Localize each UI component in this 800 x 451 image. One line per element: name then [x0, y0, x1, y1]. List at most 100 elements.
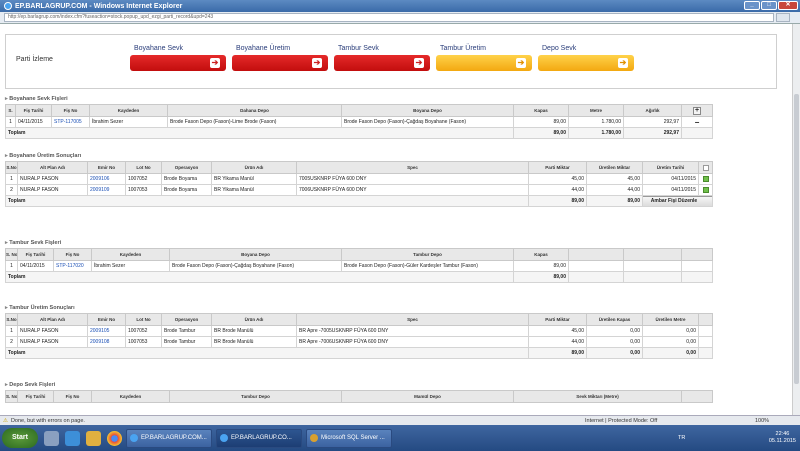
network-icon[interactable] — [44, 430, 59, 446]
minus-icon[interactable]: − — [695, 118, 700, 127]
column-header: Mamül Depo — [341, 390, 514, 403]
cell — [568, 271, 624, 283]
column-header: Ağırlık — [623, 104, 682, 117]
taskbar-item-ie-2[interactable]: EP.BARLAGRUP.CO... — [216, 428, 302, 448]
column-header: Spec — [296, 313, 529, 326]
table-row: 2 NURALP FASON 2009109 1007053 Brode Boy… — [5, 184, 713, 196]
taskbar-item-sql-server[interactable]: Microsoft SQL Server ... — [306, 428, 392, 448]
arrow-right-icon: ➔ — [618, 58, 628, 68]
arrow-right-icon: ➔ — [210, 58, 220, 68]
fis-no-link[interactable]: STP-117020 — [53, 260, 92, 272]
emir-no-link[interactable]: 2009105 — [87, 325, 126, 337]
address-go-button[interactable] — [776, 13, 790, 22]
step-label: Boyahane Sevk — [134, 45, 184, 52]
column-header: Emir No — [87, 313, 126, 326]
column-header: Kapas — [513, 104, 569, 117]
scrollbar-thumb[interactable] — [794, 94, 799, 384]
task-label: Microsoft SQL Server ... — [321, 435, 385, 441]
cell: 1007052 — [125, 173, 162, 185]
section-boyahane-sevk: Boyahane Sevk Fişleri S. Fiş Tarihi Fiş … — [5, 96, 713, 139]
emir-no-link[interactable]: 2009109 — [87, 184, 126, 196]
column-header: Metre — [568, 104, 624, 117]
column-header: Üretilen Miktar — [586, 161, 643, 174]
minimize-button[interactable]: _ — [744, 1, 760, 10]
step-button[interactable]: ➔ — [334, 55, 430, 71]
status-text: Done, but with errors on page. — [10, 417, 85, 424]
section-boyahane-uretim: Boyahane Üretim Sonuçları S.No Alt Plan … — [5, 153, 713, 207]
section-title: Boyahane Sevk Fişleri — [5, 96, 712, 104]
select-all-cell — [698, 161, 713, 174]
internet-explorer-icon — [220, 434, 228, 442]
taskbar-item-ie-1[interactable]: EP.BARLAGRUP.COM... — [126, 428, 212, 448]
system-tray: TR 22:46 05.11.2015 — [672, 425, 800, 451]
cell — [698, 325, 713, 337]
cell: 04/11/2015 — [17, 260, 54, 272]
cell — [698, 347, 713, 359]
zoom-level[interactable]: 100% — [755, 418, 769, 424]
language-indicator[interactable]: TR — [678, 435, 685, 441]
cell: 292,97 — [623, 116, 682, 128]
chrome-icon[interactable] — [107, 430, 122, 446]
total-value: 89,00 — [513, 271, 569, 283]
total-value: 1.780,00 — [568, 127, 624, 139]
emir-no-link[interactable]: 2009108 — [87, 336, 126, 348]
cell: Brode Boyama — [161, 173, 212, 185]
column-header: Operasyon — [161, 313, 212, 326]
total-value: 292,97 — [623, 127, 682, 139]
fis-no-link[interactable]: STP-117005 — [51, 116, 90, 128]
close-button[interactable]: ✕ — [778, 1, 798, 10]
start-button[interactable]: Start — [2, 428, 38, 448]
step-boyahane-sevk: Boyahane Sevk ➔ — [130, 45, 226, 71]
column-header: Ürün Adı — [211, 161, 297, 174]
row-checkbox[interactable] — [702, 186, 709, 193]
cell: Brode Fason Depo (Fason)-Lime Brode (Fas… — [167, 116, 342, 128]
table-row: 1 04/11/2015 STP-117005 İbrahim Sezer Br… — [5, 116, 713, 128]
parti-tracking-panel: Parti İzleme Boyahane Sevk ➔ Boyahane Ür… — [5, 34, 777, 89]
add-row-cell: + — [681, 104, 713, 117]
plus-icon[interactable]: + — [693, 106, 701, 115]
row-select-cell — [698, 173, 713, 185]
cell: 1 — [5, 116, 16, 128]
vertical-scrollbar[interactable] — [792, 24, 800, 415]
total-row: Toplam 89,00 89,00 Ambar Fişi Düzenle — [5, 195, 713, 207]
column-header: Operasyon — [161, 161, 212, 174]
cell: İbrahim Sezer — [91, 260, 170, 272]
column-header: S. — [5, 104, 16, 117]
cell: Brode Fason Depo (Fason)-Çağdaş Boyahane… — [169, 260, 342, 272]
cell: BR Apre -7006USKNRP FÜYA 600 DNY — [296, 336, 529, 348]
column-header — [681, 390, 713, 403]
select-all-checkbox[interactable] — [702, 164, 709, 171]
step-button[interactable]: ➔ — [538, 55, 634, 71]
ambar-fisi-duzenle-button[interactable]: Ambar Fişi Düzenle — [643, 196, 712, 206]
table-row: 2 NURALP FASON 2009108 1007053 Brode Tam… — [5, 336, 713, 348]
clock[interactable]: 22:46 05.11.2015 — [769, 431, 796, 445]
section-title: Tambur Sevk Fişleri — [5, 240, 712, 248]
cell — [681, 127, 713, 139]
total-value: 89,00 — [528, 347, 587, 359]
total-label: Toplam — [5, 347, 529, 359]
maximize-button[interactable]: □ — [761, 1, 777, 10]
emir-no-link[interactable]: 2009106 — [87, 173, 126, 185]
url-field[interactable]: http://ep.barlagrup.com/index.cfm?fuseac… — [4, 13, 774, 22]
step-button[interactable]: ➔ — [232, 55, 328, 71]
step-button[interactable]: ➔ — [436, 55, 532, 71]
column-header: Tambur Depo — [341, 248, 514, 261]
boyahane-uretim-table: S.No Alt Plan Adı Emir No Lot No Operasy… — [5, 161, 713, 207]
visual-studio-icon[interactable] — [65, 430, 80, 446]
total-label: Toplam — [5, 271, 514, 283]
column-header: Boyana Depo — [341, 104, 514, 117]
cell: 0,00 — [586, 325, 643, 337]
column-header: Ürün Adı — [211, 313, 297, 326]
total-label: Toplam — [5, 195, 529, 207]
folder-icon[interactable] — [86, 430, 101, 446]
page-content: Parti İzleme Boyahane Sevk ➔ Boyahane Ür… — [0, 24, 792, 415]
step-button[interactable]: ➔ — [130, 55, 226, 71]
column-header: S.No — [5, 161, 18, 174]
window-titlebar: EP.BARLAGRUP.COM - Windows Internet Expl… — [0, 0, 800, 12]
column-header: Alt Plan Adı — [17, 313, 88, 326]
warning-icon[interactable]: ⚠ — [3, 418, 8, 424]
total-value: 0,00 — [586, 347, 643, 359]
row-select-cell — [698, 184, 713, 196]
step-depo-sevk: Depo Sevk ➔ — [538, 45, 634, 71]
row-checkbox[interactable] — [702, 175, 709, 182]
